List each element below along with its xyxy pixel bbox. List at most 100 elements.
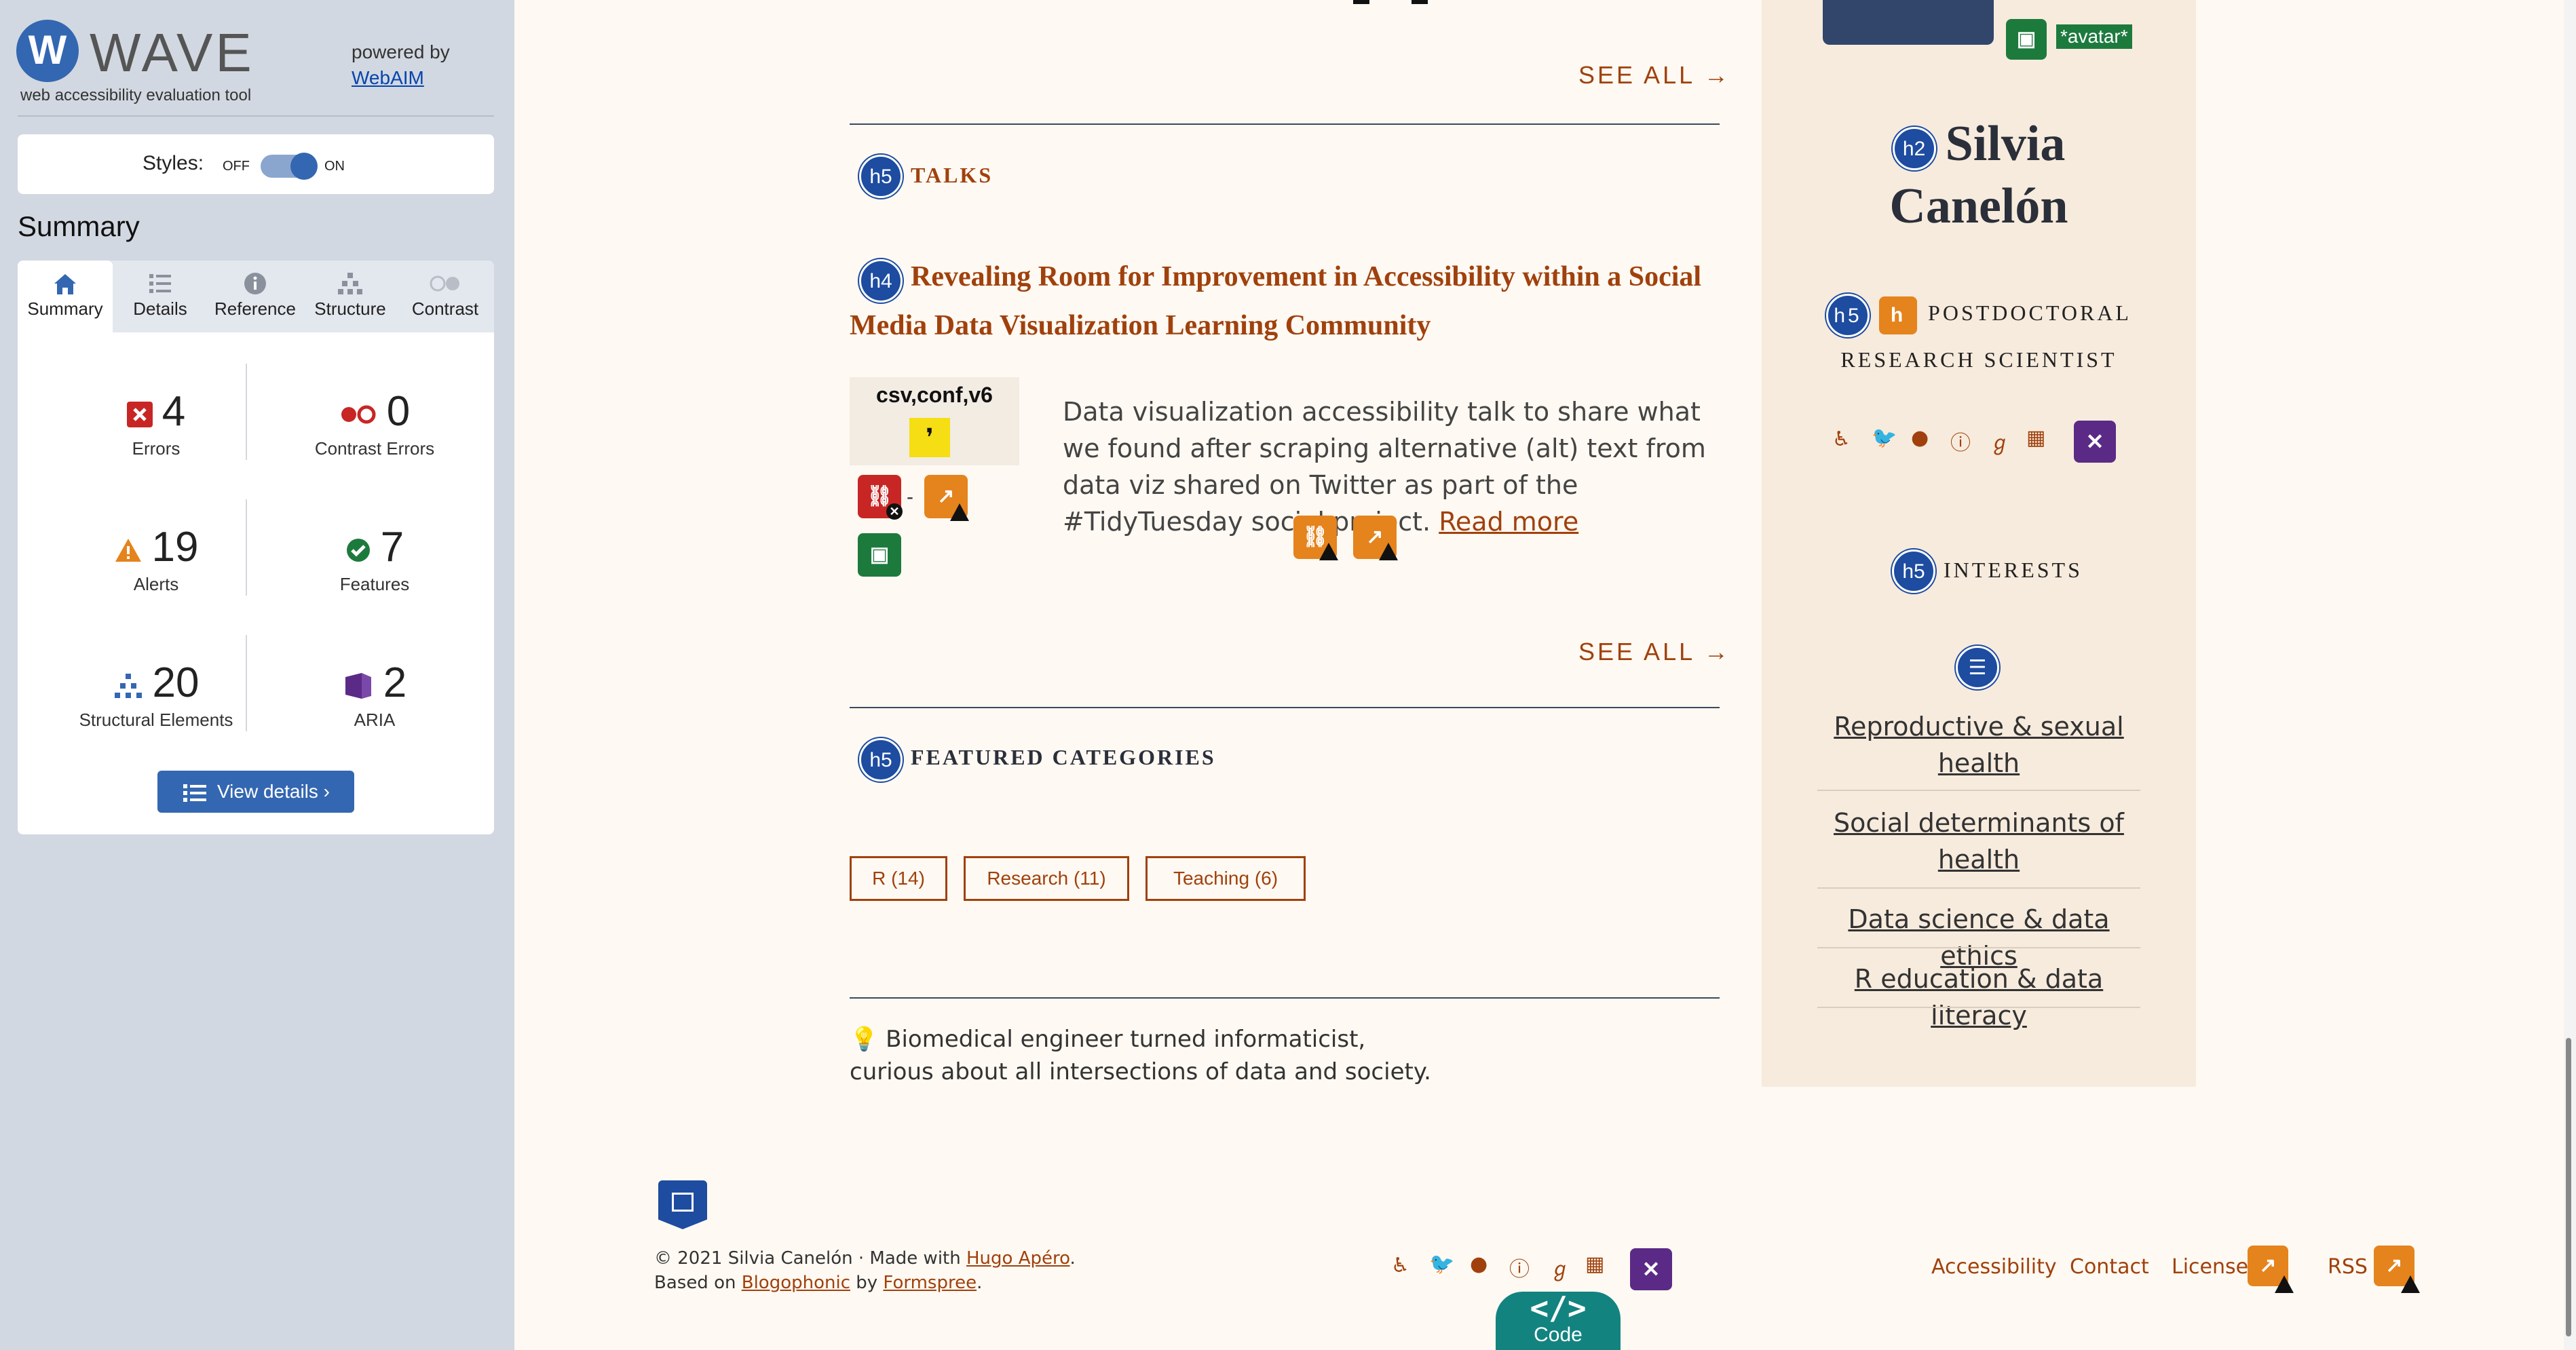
avatar[interactable] — [1823, 0, 1994, 45]
tab-summary[interactable]: Summary — [18, 261, 113, 332]
contrast-error-icon — [341, 405, 376, 424]
toggle-knob — [290, 153, 318, 180]
tab-details[interactable]: Details — [113, 261, 208, 332]
landmark-inner — [672, 1193, 694, 1212]
aria-count: 2 — [383, 659, 407, 706]
github-icon[interactable]: ● — [1470, 1252, 1488, 1276]
footer-link-rss[interactable]: RSS — [2328, 1255, 2368, 1279]
accessibility-icon[interactable]: ♿ — [1391, 1254, 1409, 1277]
features-label: Features — [339, 574, 410, 594]
styles-toggle[interactable] — [261, 153, 318, 180]
twitter-icon[interactable]: 🐦 — [1429, 1252, 1454, 1276]
webaim-link[interactable]: WebAIM — [352, 67, 424, 88]
errors-count: 4 — [162, 388, 186, 435]
alert-triangle-icon — [950, 503, 969, 521]
home-icon — [54, 274, 76, 294]
list-badge-icon: ☰ — [1956, 646, 1999, 689]
formspree-link[interactable]: Formspree — [883, 1273, 977, 1293]
category-tag[interactable]: Teaching (6) — [1145, 856, 1306, 901]
features-stat[interactable]: 7 Features — [273, 524, 476, 595]
summary-heading: Summary — [18, 210, 140, 242]
aria-icon[interactable]: ✕ — [1630, 1248, 1672, 1290]
interest-link[interactable]: R education & data literacy — [1817, 961, 2140, 1034]
tab-details-label: Details — [133, 298, 187, 319]
name-line-2: Canelón — [1889, 178, 2068, 234]
tab-contrast-label: Contrast — [411, 298, 479, 319]
scrollbar-thumb[interactable] — [2566, 1038, 2571, 1336]
alert-triangle-icon — [1379, 543, 1398, 560]
bio: 💡 Biomedical engineer turned informatici… — [850, 1023, 1431, 1088]
heading-alert-icon[interactable]: h — [1879, 296, 1918, 334]
talk-thumbnail[interactable]: csv,conf,v6 ❜ — [850, 377, 1019, 465]
tab-contrast[interactable]: Contrast — [398, 261, 493, 332]
orcid-icon[interactable]: ⓘ — [1950, 426, 1971, 456]
divider — [850, 997, 1720, 999]
linkedin-icon[interactable]: ▦ — [2026, 426, 2045, 450]
alerts-count: 19 — [151, 524, 199, 571]
talks-heading: TALKS — [911, 163, 993, 187]
contrast-errors-count: 0 — [386, 388, 411, 435]
tab-structure[interactable]: Structure — [303, 261, 398, 332]
alert-triangle-icon — [2401, 1275, 2420, 1293]
blogophonic-link[interactable]: Blogophonic — [742, 1273, 850, 1293]
thumbnail-label: csv,conf,v6 — [876, 383, 993, 407]
accessibility-icon[interactable]: ♿ — [1832, 427, 1851, 451]
styles-on-label: ON — [324, 159, 345, 174]
role-line-1: POSTDOCTORAL — [1928, 301, 2132, 325]
twitter-icon[interactable]: 🐦 — [1872, 426, 1897, 450]
footer-link-accessibility[interactable]: Accessibility — [1931, 1255, 2057, 1279]
hugo-apero-link[interactable]: Hugo Apéro — [966, 1248, 1070, 1269]
profile-name: h2 Silvia Canelón — [1762, 113, 2196, 237]
interest-link[interactable]: Social determinants of health — [1817, 805, 2140, 878]
view-details-button[interactable]: View details › — [157, 771, 354, 813]
interest-link[interactable]: Reproductive & sexual health — [1817, 708, 2140, 782]
powered-by-label: powered by — [352, 41, 450, 62]
read-more-link[interactable]: Read more — [1439, 507, 1578, 537]
wave-logo-icon: W — [16, 20, 79, 82]
lightbulb-icon: 💡 — [850, 1026, 879, 1053]
info-icon — [244, 273, 266, 294]
h5-badge-icon: h5 — [1826, 293, 1870, 337]
profile-role: h5 h POSTDOCTORAL RESEARCH SCIENTIST — [1762, 290, 2196, 382]
linkedin-icon[interactable]: ▦ — [1585, 1252, 1604, 1276]
alerts-stat[interactable]: 19 Alerts — [54, 524, 258, 595]
powered-by: powered by WebAIM — [352, 39, 450, 91]
category-tag[interactable]: Research (11) — [964, 856, 1129, 901]
google-scholar-icon[interactable]: ℊ — [1990, 426, 2010, 456]
footer-link-contact[interactable]: Contact — [2070, 1255, 2149, 1279]
alt-text-feature-icon[interactable]: ▣ — [858, 533, 901, 577]
google-scholar-icon[interactable]: ℊ — [1550, 1252, 1570, 1282]
wave-panel: W WAVE web accessibility evaluation tool… — [0, 0, 514, 1350]
footer-based-on: Based on Blogophonic by Formspree. — [654, 1273, 983, 1293]
errors-stat[interactable]: 4 Errors — [54, 388, 258, 459]
github-icon[interactable]: ● — [1911, 426, 1929, 450]
contrast-errors-stat[interactable]: 0 Contrast Errors — [273, 388, 476, 459]
orcid-icon[interactable]: ⓘ — [1509, 1252, 1530, 1282]
alerts-label: Alerts — [133, 574, 179, 594]
divider — [1817, 1007, 2140, 1008]
talk-title-link[interactable]: Revealing Room for Improvement in Access… — [850, 252, 1725, 350]
interests-heading: INTERESTS — [1944, 558, 2083, 582]
list-icon — [183, 784, 206, 802]
image-feature-icon[interactable]: ▣ — [2006, 19, 2047, 60]
aria-icon — [345, 672, 371, 699]
code-button[interactable]: </> Code — [1496, 1292, 1621, 1350]
divider — [850, 123, 1720, 125]
category-tag[interactable]: R (14) — [850, 856, 947, 901]
structural-elements-stat[interactable]: 20 Structural Elements — [54, 659, 258, 731]
aria-stat[interactable]: 2 ARIA — [273, 659, 476, 731]
based-on-label: Based on — [654, 1273, 736, 1293]
tab-reference[interactable]: Reference — [208, 261, 303, 332]
h5-badge-icon: h5 — [859, 738, 903, 782]
errors-label: Errors — [132, 438, 181, 459]
aria-icon[interactable]: ✕ — [2074, 421, 2116, 463]
styles-toggle-card: Styles: OFF ON — [18, 134, 494, 194]
footer-link-license[interactable]: License — [2172, 1255, 2248, 1279]
h2-badge-icon: h2 — [1892, 127, 1936, 171]
h5-badge-icon: h5 — [859, 155, 903, 198]
bio-line-1: Biomedical engineer turned informaticist… — [886, 1026, 1366, 1053]
list-icon — [149, 274, 171, 293]
see-all-link[interactable]: SEE ALL → — [1578, 61, 1731, 90]
structure-icon — [338, 273, 362, 294]
see-all-link[interactable]: SEE ALL → — [1578, 638, 1731, 666]
